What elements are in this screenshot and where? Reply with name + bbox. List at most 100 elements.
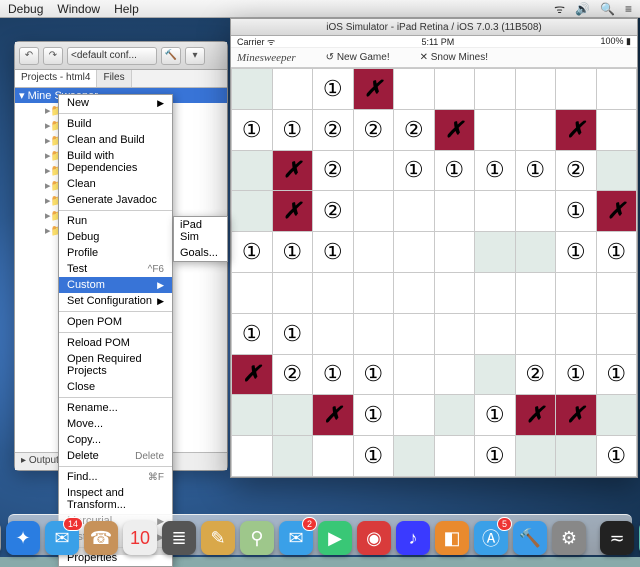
dock-launchpad[interactable]: ⊞ bbox=[0, 521, 1, 555]
grid-cell[interactable] bbox=[596, 272, 637, 313]
tb-undo-button[interactable]: ↶ bbox=[19, 47, 39, 65]
dock-facetime[interactable]: ▶ bbox=[318, 521, 352, 555]
grid-cell[interactable]: ① bbox=[596, 354, 637, 395]
grid-cell[interactable]: ① bbox=[515, 150, 556, 191]
ctx-run[interactable]: Run bbox=[59, 213, 172, 229]
menu-help[interactable]: Help bbox=[114, 2, 139, 16]
grid-cell[interactable] bbox=[353, 150, 394, 191]
grid-cell[interactable] bbox=[394, 232, 435, 273]
notifications-icon[interactable]: ≡ bbox=[625, 2, 632, 16]
grid-cell[interactable] bbox=[515, 69, 556, 110]
grid-cell[interactable] bbox=[394, 436, 435, 477]
ctx-build[interactable]: Build bbox=[59, 116, 172, 132]
dock-contacts[interactable]: ☎ bbox=[84, 521, 118, 555]
grid-cell[interactable]: ① bbox=[353, 354, 394, 395]
grid-cell[interactable]: ✗ bbox=[556, 395, 597, 436]
volume-icon[interactable]: 🔊 bbox=[575, 2, 590, 16]
grid-cell[interactable] bbox=[313, 272, 354, 313]
dock-notes[interactable]: ✎ bbox=[201, 521, 235, 555]
grid-cell[interactable] bbox=[596, 69, 637, 110]
wifi-icon[interactable]: ᯤ bbox=[554, 0, 565, 17]
ctx-open-required[interactable]: Open Required Projects bbox=[59, 351, 172, 379]
dock-safari[interactable]: ✦ bbox=[6, 521, 40, 555]
grid-cell[interactable] bbox=[475, 191, 516, 232]
dock-appstore[interactable]: Ⓐ5 bbox=[474, 521, 508, 555]
ctx-test[interactable]: Test^F6 bbox=[59, 261, 172, 277]
grid-cell[interactable] bbox=[394, 395, 435, 436]
grid-cell[interactable] bbox=[434, 232, 475, 273]
grid-cell[interactable]: ① bbox=[434, 150, 475, 191]
grid-cell[interactable]: ① bbox=[232, 313, 273, 354]
grid-cell[interactable]: ① bbox=[232, 109, 273, 150]
grid-cell[interactable] bbox=[596, 395, 637, 436]
grid-cell[interactable] bbox=[515, 191, 556, 232]
ctx-reload-pom[interactable]: Reload POM bbox=[59, 335, 172, 351]
grid-cell[interactable]: ① bbox=[272, 232, 313, 273]
grid-cell[interactable] bbox=[434, 313, 475, 354]
grid-cell[interactable] bbox=[394, 313, 435, 354]
grid-cell[interactable]: ① bbox=[313, 69, 354, 110]
dock-ibooks[interactable]: ◧ bbox=[435, 521, 469, 555]
grid-cell[interactable]: ① bbox=[353, 436, 394, 477]
ctx-profile[interactable]: Profile bbox=[59, 245, 172, 261]
grid-cell[interactable] bbox=[272, 395, 313, 436]
grid-cell[interactable]: ① bbox=[394, 150, 435, 191]
grid-cell[interactable]: ✗ bbox=[515, 395, 556, 436]
grid-cell[interactable] bbox=[596, 313, 637, 354]
ctx-close[interactable]: Close bbox=[59, 379, 172, 395]
ctx-sub-ipadsim[interactable]: iPad Sim bbox=[174, 217, 227, 245]
grid-cell[interactable]: ① bbox=[596, 232, 637, 273]
tb-more-button[interactable]: ▾ bbox=[185, 47, 205, 65]
grid-cell[interactable] bbox=[475, 272, 516, 313]
tb-redo-button[interactable]: ↷ bbox=[43, 47, 63, 65]
grid-cell[interactable] bbox=[232, 191, 273, 232]
tab-files[interactable]: Files bbox=[97, 70, 131, 87]
ctx-debug[interactable]: Debug bbox=[59, 229, 172, 245]
grid-cell[interactable] bbox=[434, 436, 475, 477]
ctx-sub-goals[interactable]: Goals... bbox=[174, 245, 227, 261]
dock-messages[interactable]: ✉2 bbox=[279, 521, 313, 555]
dock-reminders[interactable]: ≣ bbox=[162, 521, 196, 555]
grid-cell[interactable]: ② bbox=[313, 109, 354, 150]
grid-cell[interactable] bbox=[232, 272, 273, 313]
grid-cell[interactable] bbox=[394, 354, 435, 395]
grid-cell[interactable] bbox=[394, 69, 435, 110]
ctx-move[interactable]: Move... bbox=[59, 416, 172, 432]
grid-cell[interactable]: ② bbox=[515, 354, 556, 395]
ctx-find[interactable]: Find...⌘F bbox=[59, 469, 172, 485]
grid-cell[interactable] bbox=[434, 272, 475, 313]
grid-cell[interactable] bbox=[353, 313, 394, 354]
grid-cell[interactable]: ② bbox=[353, 109, 394, 150]
grid-cell[interactable] bbox=[394, 272, 435, 313]
grid-cell[interactable]: ② bbox=[272, 354, 313, 395]
grid-cell[interactable]: ② bbox=[313, 191, 354, 232]
grid-cell[interactable]: ✗ bbox=[353, 69, 394, 110]
grid-cell[interactable] bbox=[232, 395, 273, 436]
ctx-clean[interactable]: Clean bbox=[59, 176, 172, 192]
grid-cell[interactable] bbox=[475, 69, 516, 110]
new-game-button[interactable]: ↺ New Game! bbox=[326, 52, 390, 63]
menu-debug[interactable]: Debug bbox=[8, 2, 43, 16]
grid-cell[interactable]: ✗ bbox=[434, 109, 475, 150]
ctx-build-deps[interactable]: Build with Dependencies bbox=[59, 148, 172, 176]
grid-cell[interactable] bbox=[434, 395, 475, 436]
ctx-clean-build[interactable]: Clean and Build bbox=[59, 132, 172, 148]
grid-cell[interactable] bbox=[556, 272, 597, 313]
grid-cell[interactable] bbox=[434, 69, 475, 110]
ctx-set-config[interactable]: Set Configuration▶ bbox=[59, 293, 172, 309]
grid-cell[interactable] bbox=[272, 436, 313, 477]
show-mines-button[interactable]: ✕ Snow Mines! bbox=[420, 52, 488, 63]
grid-cell[interactable] bbox=[434, 191, 475, 232]
grid-cell[interactable] bbox=[556, 313, 597, 354]
dock-monitor[interactable]: ≂ bbox=[600, 521, 634, 555]
ctx-copy[interactable]: Copy... bbox=[59, 432, 172, 448]
grid-cell[interactable]: ① bbox=[272, 109, 313, 150]
grid-cell[interactable] bbox=[313, 436, 354, 477]
dock-maps[interactable]: ⚲ bbox=[240, 521, 274, 555]
grid-cell[interactable] bbox=[434, 354, 475, 395]
grid-cell[interactable] bbox=[353, 272, 394, 313]
grid-cell[interactable]: ✗ bbox=[272, 191, 313, 232]
grid-cell[interactable] bbox=[475, 354, 516, 395]
grid-cell[interactable] bbox=[475, 313, 516, 354]
grid-cell[interactable]: ✗ bbox=[232, 354, 273, 395]
